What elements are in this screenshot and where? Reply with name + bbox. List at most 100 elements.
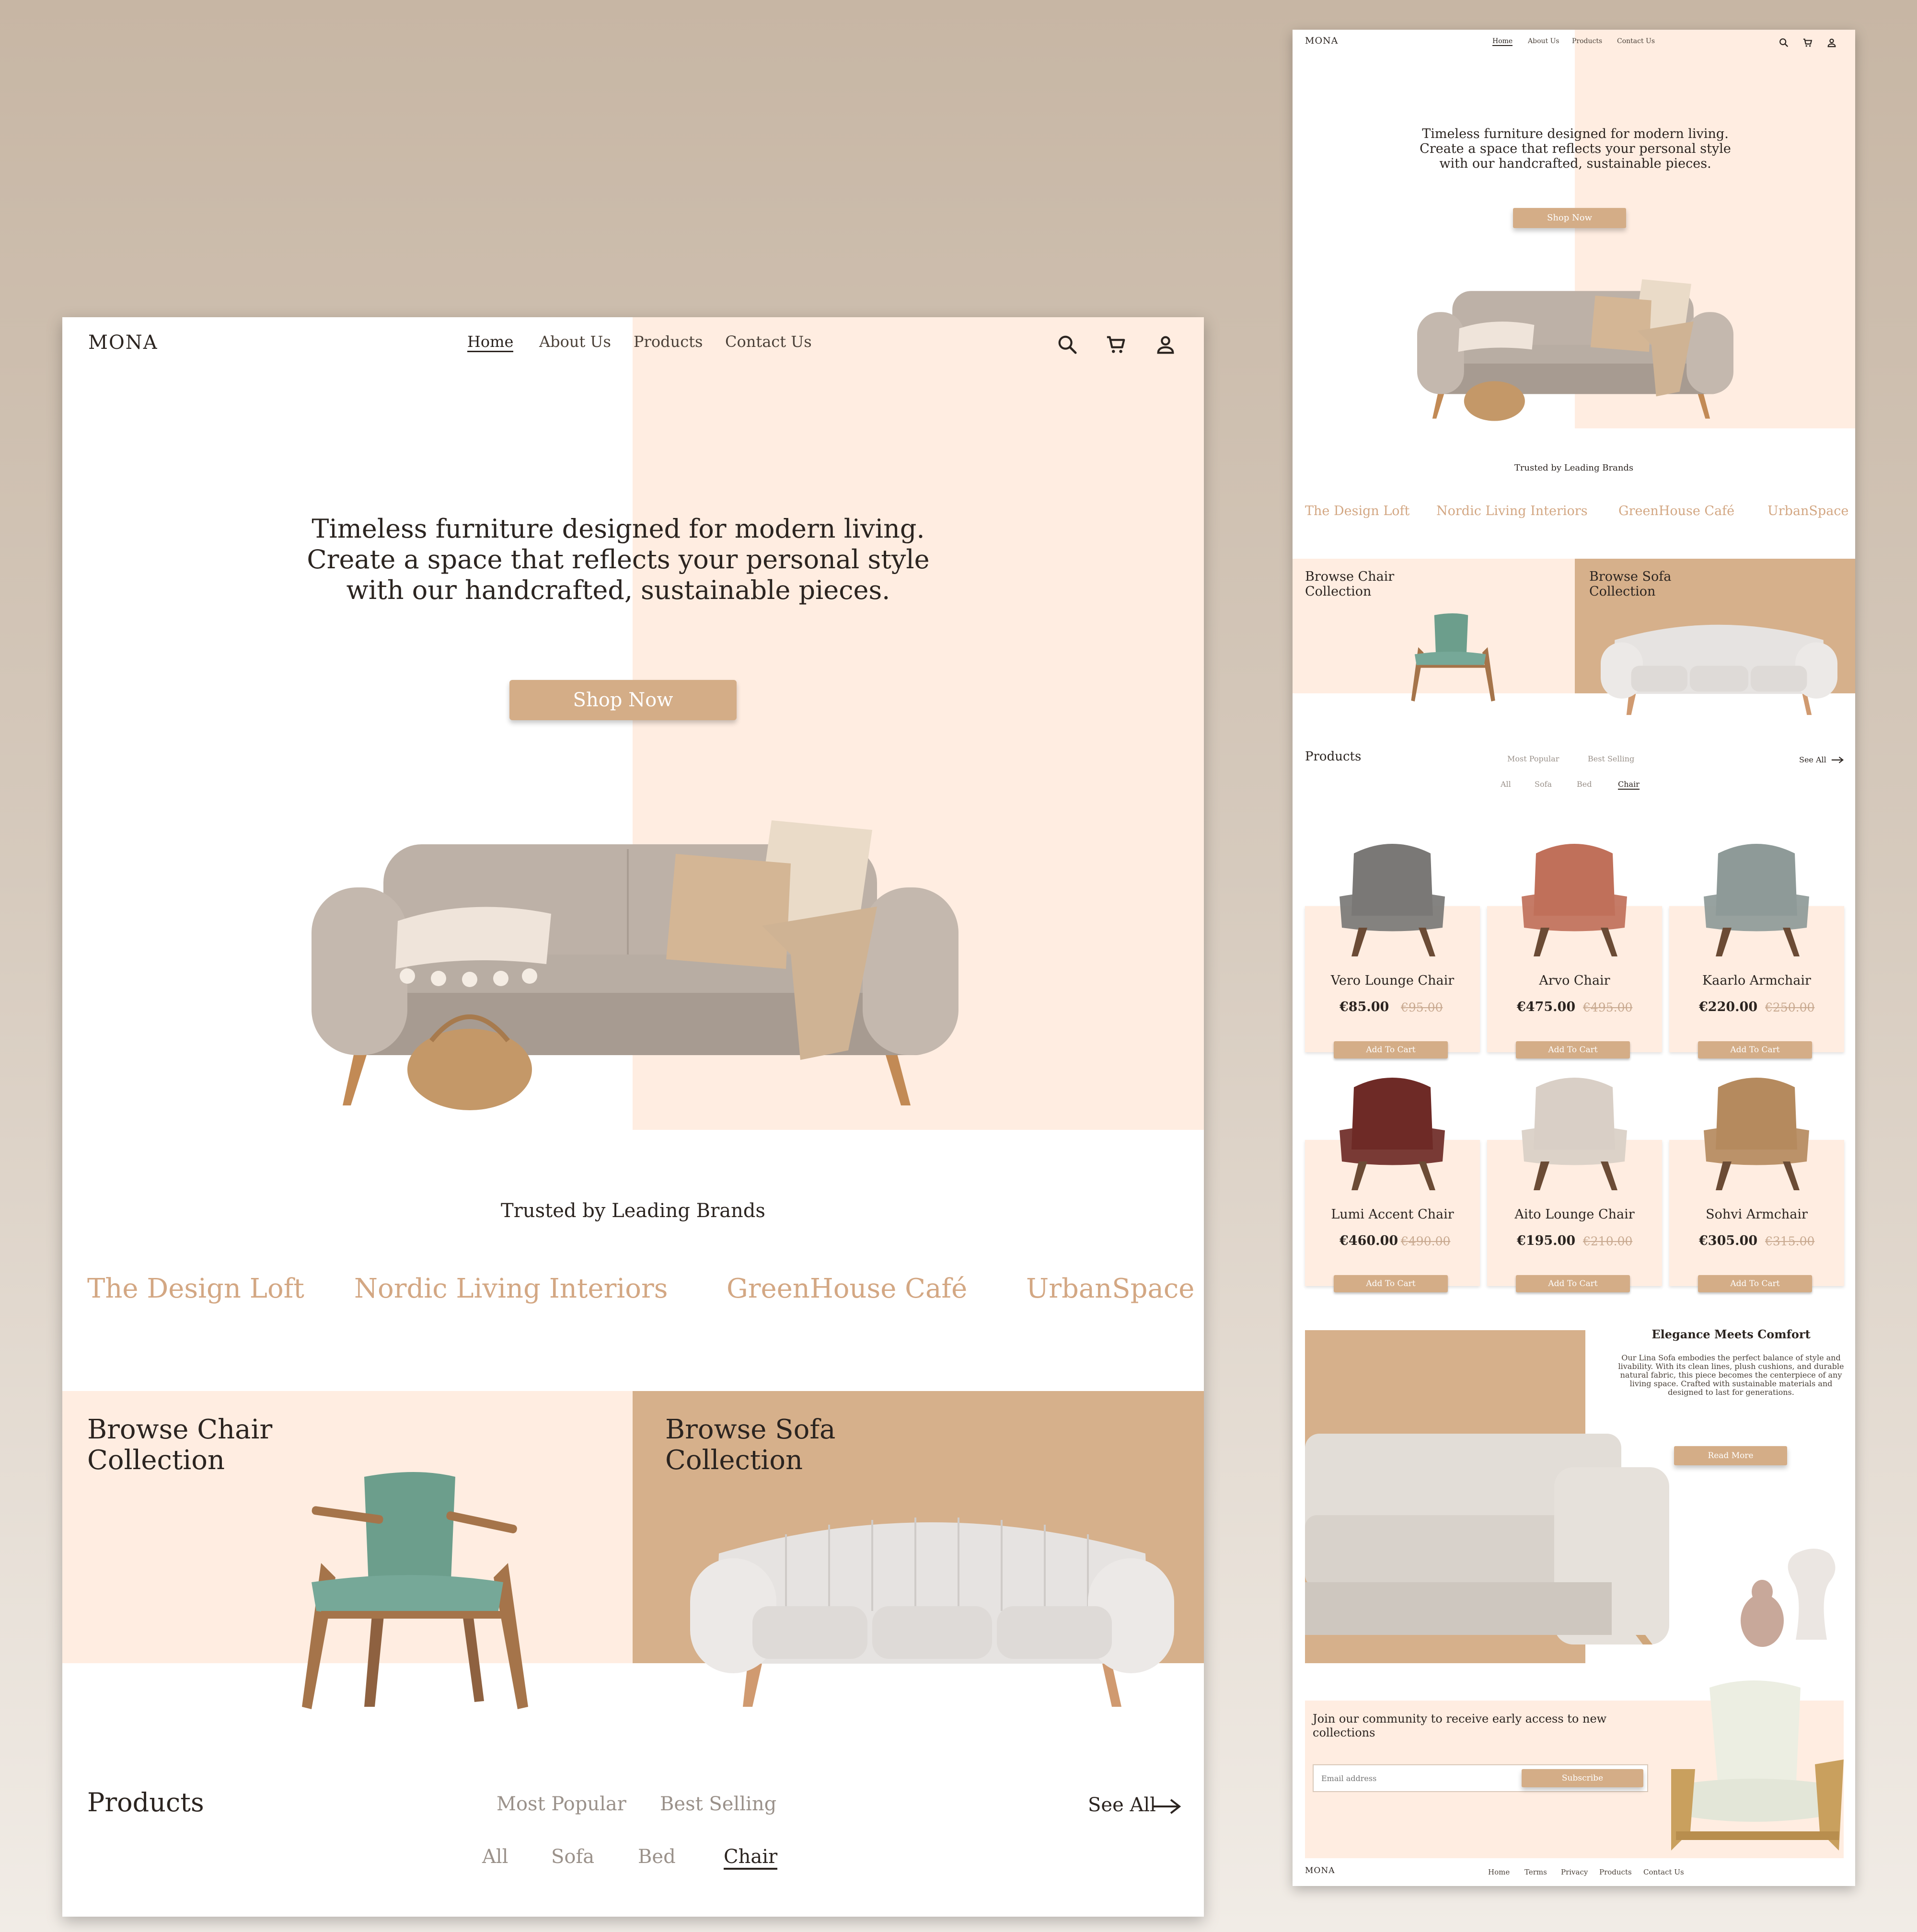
feature-title: Elegance Meets Comfort [1651,1327,1811,1341]
product-old-price: €95.00 [1401,1000,1443,1014]
product-name[interactable]: Vero Lounge Chair [1305,973,1480,988]
m-hero-tagline: Timeless furniture designed for modern l… [1388,126,1762,171]
product-old-price: €210.00 [1583,1234,1633,1248]
product-name[interactable]: Sohvi Armchair [1669,1207,1844,1222]
m-see-all-link[interactable]: See All [1799,755,1826,764]
product-card[interactable]: Kaarlo Armchair €220.00 €250.00 Add To Cart [1669,844,1844,1058]
m-brand-urbanspace: UrbanSpace [1767,504,1849,518]
green-chair-image [302,1472,528,1709]
product-old-price: €250.00 [1765,1000,1815,1014]
mobile-page-preview: MONA Home About Us Products Contact Us T… [1293,30,1855,1886]
hero-tagline-text: Timeless furniture designed for modern l… [206,514,1030,606]
add-to-cart-button[interactable]: Add To Cart [1698,1275,1812,1292]
product-card[interactable]: Lumi Accent Chair €460.00 €490.00 Add To Ca… [1305,1078,1480,1292]
subscribe-button[interactable]: Subscribe [1522,1769,1643,1787]
m-tab-best-selling[interactable]: Best Selling [1588,754,1634,763]
tab-sofa[interactable]: Sofa [551,1846,594,1868]
add-to-cart-button[interactable]: Add To Cart [1516,1041,1630,1058]
m-tab-most-popular[interactable]: Most Popular [1507,754,1559,763]
cart-icon[interactable] [1105,334,1127,356]
m-footer-logo[interactable]: MONA [1305,1866,1335,1875]
m-hero-sofa-image [1417,279,1733,421]
add-to-cart-button[interactable]: Add To Cart [1334,1275,1448,1292]
product-card[interactable]: Arvo Chair €475.00 €495.00 Add To Cart [1487,844,1662,1058]
m-logo[interactable]: MONA [1305,35,1338,46]
product-name[interactable]: Arvo Chair [1487,973,1662,988]
m-nav-products[interactable]: Products [1572,37,1602,45]
tab-bed[interactable]: Bed [638,1846,676,1868]
footer-link-privacy[interactable]: Privacy [1561,1868,1588,1876]
tab-all[interactable]: All [482,1846,508,1868]
m-grey-sofa-image [1600,624,1838,715]
brand-the-design-loft: The Design Loft [87,1273,304,1304]
product-card[interactable]: Sohvi Armchair €305.00 €315.00 Add To Cart [1669,1078,1844,1292]
m-green-chair-image [1411,613,1495,702]
product-image [1522,1078,1627,1190]
chair-collection-title[interactable]: Browse Chair Collection [87,1414,272,1476]
product-name[interactable]: Kaarlo Armchair [1669,973,1844,988]
m-sofa-collection-line-2: Collection [1589,584,1656,599]
footer-link-products[interactable]: Products [1599,1868,1632,1876]
m-cart-icon[interactable] [1802,37,1813,48]
product-card[interactable]: Vero Lounge Chair €85.00 €95.00 Add To Cart [1305,844,1480,1058]
trusted-brands-title: Trusted by Leading Brands [501,1200,765,1222]
m-hero-line-1: Timeless furniture designed for modern l… [1422,126,1729,141]
logo[interactable]: MONA [88,332,158,354]
tab-chair[interactable]: Chair [724,1846,778,1870]
m-arrow-right-icon[interactable] [1831,756,1844,764]
add-to-cart-button[interactable]: Add To Cart [1516,1275,1630,1292]
m-tab-bed[interactable]: Bed [1577,780,1592,789]
product-image [1704,844,1809,956]
user-icon[interactable] [1155,334,1177,356]
m-chair-collection-line-1: Browse Chair [1305,569,1395,584]
footer-link-contact[interactable]: Contact Us [1643,1868,1684,1876]
nav-about[interactable]: About Us [539,333,611,351]
m-products-title: Products [1305,749,1362,764]
desktop-page-preview: MONA Home About Us Products Contact Us T… [62,317,1204,1917]
m-brand-the-design-loft: The Design Loft [1305,504,1410,518]
product-name[interactable]: Lumi Accent Chair [1305,1207,1480,1222]
nav-products[interactable]: Products [634,333,703,351]
product-old-price: €490.00 [1401,1234,1451,1248]
m-search-icon[interactable] [1778,37,1789,48]
m-chair-collection-title[interactable]: Browse Chair Collection [1305,569,1394,599]
footer-link-home[interactable]: Home [1488,1868,1510,1876]
m-user-icon[interactable] [1826,37,1837,48]
search-icon[interactable] [1056,334,1078,356]
tab-most-popular[interactable]: Most Popular [497,1793,626,1815]
m-brand-greenhouse-cafe: GreenHouse Café [1618,504,1735,518]
nav-home[interactable]: Home [467,333,514,352]
hero-sofa-image [312,820,958,1110]
email-input[interactable] [1321,1770,1513,1786]
brand-greenhouse-cafe: GreenHouse Café [727,1273,968,1304]
m-nav-contact[interactable]: Contact Us [1617,37,1655,45]
products-title: Products [87,1787,204,1817]
arrow-right-icon[interactable] [1153,1798,1181,1815]
add-to-cart-button[interactable]: Add To Cart [1698,1041,1812,1058]
read-more-button[interactable]: Read More [1674,1446,1787,1465]
add-to-cart-button[interactable]: Add To Cart [1334,1041,1448,1058]
m-tab-sofa[interactable]: Sofa [1535,780,1552,789]
product-card[interactable]: Aito Lounge Chair €195.00 €210.00 Add To Ca… [1487,1078,1662,1292]
grey-sofa-image [690,1518,1174,1707]
hero-line-2: Create a space that reflects your person… [307,544,930,575]
newsletter-title: Join our community to receive early acce… [1313,1712,1607,1739]
nav-contact[interactable]: Contact Us [725,333,812,351]
m-sofa-collection-title[interactable]: Browse Sofa Collection [1589,569,1671,599]
vase-decor-image [1741,1549,1836,1647]
shop-now-button[interactable]: Shop Now [509,680,737,720]
chair-collection-line-2: Collection [87,1445,225,1476]
m-tab-all[interactable]: All [1501,780,1511,789]
m-nav-about[interactable]: About Us [1528,37,1559,45]
m-shop-now-button[interactable]: Shop Now [1513,208,1626,228]
m-tab-chair[interactable]: Chair [1618,780,1640,790]
see-all-link[interactable]: See All [1088,1794,1156,1816]
m-nav-home[interactable]: Home [1492,37,1513,46]
product-old-price: €315.00 [1765,1234,1815,1248]
product-name[interactable]: Aito Lounge Chair [1487,1207,1662,1222]
m-chair-collection-line-2: Collection [1305,584,1372,599]
product-price: €220.00 [1699,1000,1758,1014]
tab-best-selling[interactable]: Best Selling [660,1793,776,1815]
sofa-collection-title[interactable]: Browse Sofa Collection [665,1414,835,1476]
footer-link-terms[interactable]: Terms [1524,1868,1547,1876]
